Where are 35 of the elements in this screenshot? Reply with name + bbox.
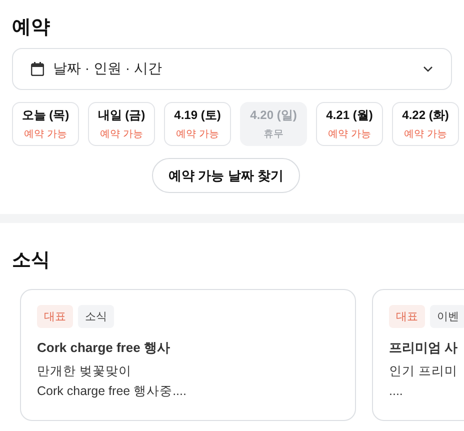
section-title: 예약	[12, 16, 51, 40]
availability-label: 예약 가능	[176, 128, 219, 141]
availability-label: 예약 가능	[100, 128, 143, 141]
news-card[interactable]: 대표 이벤 프리미엄 사 인기 프리미 ....	[372, 289, 464, 421]
news-card[interactable]: 대표 소식 Cork charge free 행사 만개한 벚꽃맞이 Cork charge free 행사중....	[20, 289, 356, 421]
section-title: 소식	[12, 249, 51, 273]
availability-label: 예약 가능	[328, 128, 371, 141]
tag: 대표	[37, 305, 73, 328]
news-text: 인기 프리미	[389, 364, 458, 378]
availability-label: 예약 가능	[404, 128, 447, 141]
date-chip[interactable]: 내일 (금) 예약 가능	[88, 102, 155, 146]
date-chip[interactable]: 오늘 (목) 예약 가능	[12, 102, 79, 146]
availability-label: 예약 가능	[24, 128, 67, 141]
news-text: Cork charge free 행사중....	[37, 384, 188, 398]
date-chip[interactable]: 4.21 (월) 예약 가능	[316, 102, 383, 146]
news-title: Cork charge free 행사	[37, 339, 171, 357]
availability-label: 휴무	[264, 128, 284, 141]
tag: 이벤	[430, 305, 464, 328]
tag: 대표	[389, 305, 425, 328]
date-chip[interactable]: 4.22 (화) 예약 가능	[392, 102, 459, 146]
date-people-time-select[interactable]: 날짜 · 인원 · 시간	[12, 48, 452, 90]
news-text: ....	[389, 384, 404, 398]
calendar-icon	[31, 62, 44, 76]
find-available-dates-button[interactable]: 예약 가능 날짜 찾기	[152, 158, 300, 193]
date-label: 내일 (금)	[98, 107, 146, 124]
date-chip[interactable]: 4.19 (토) 예약 가능	[164, 102, 231, 146]
date-label: 4.19 (토)	[174, 107, 221, 124]
news-title: 프리미엄 사	[389, 339, 459, 357]
date-label: 오늘 (목)	[22, 107, 70, 124]
date-label: 4.21 (월)	[326, 107, 373, 124]
news-text: 만개한 벚꽃맞이	[37, 364, 132, 378]
chevron-down-icon	[423, 66, 433, 72]
date-label: 4.20 (일)	[250, 107, 297, 124]
tag: 소식	[78, 305, 114, 328]
date-label: 4.22 (화)	[402, 107, 449, 124]
